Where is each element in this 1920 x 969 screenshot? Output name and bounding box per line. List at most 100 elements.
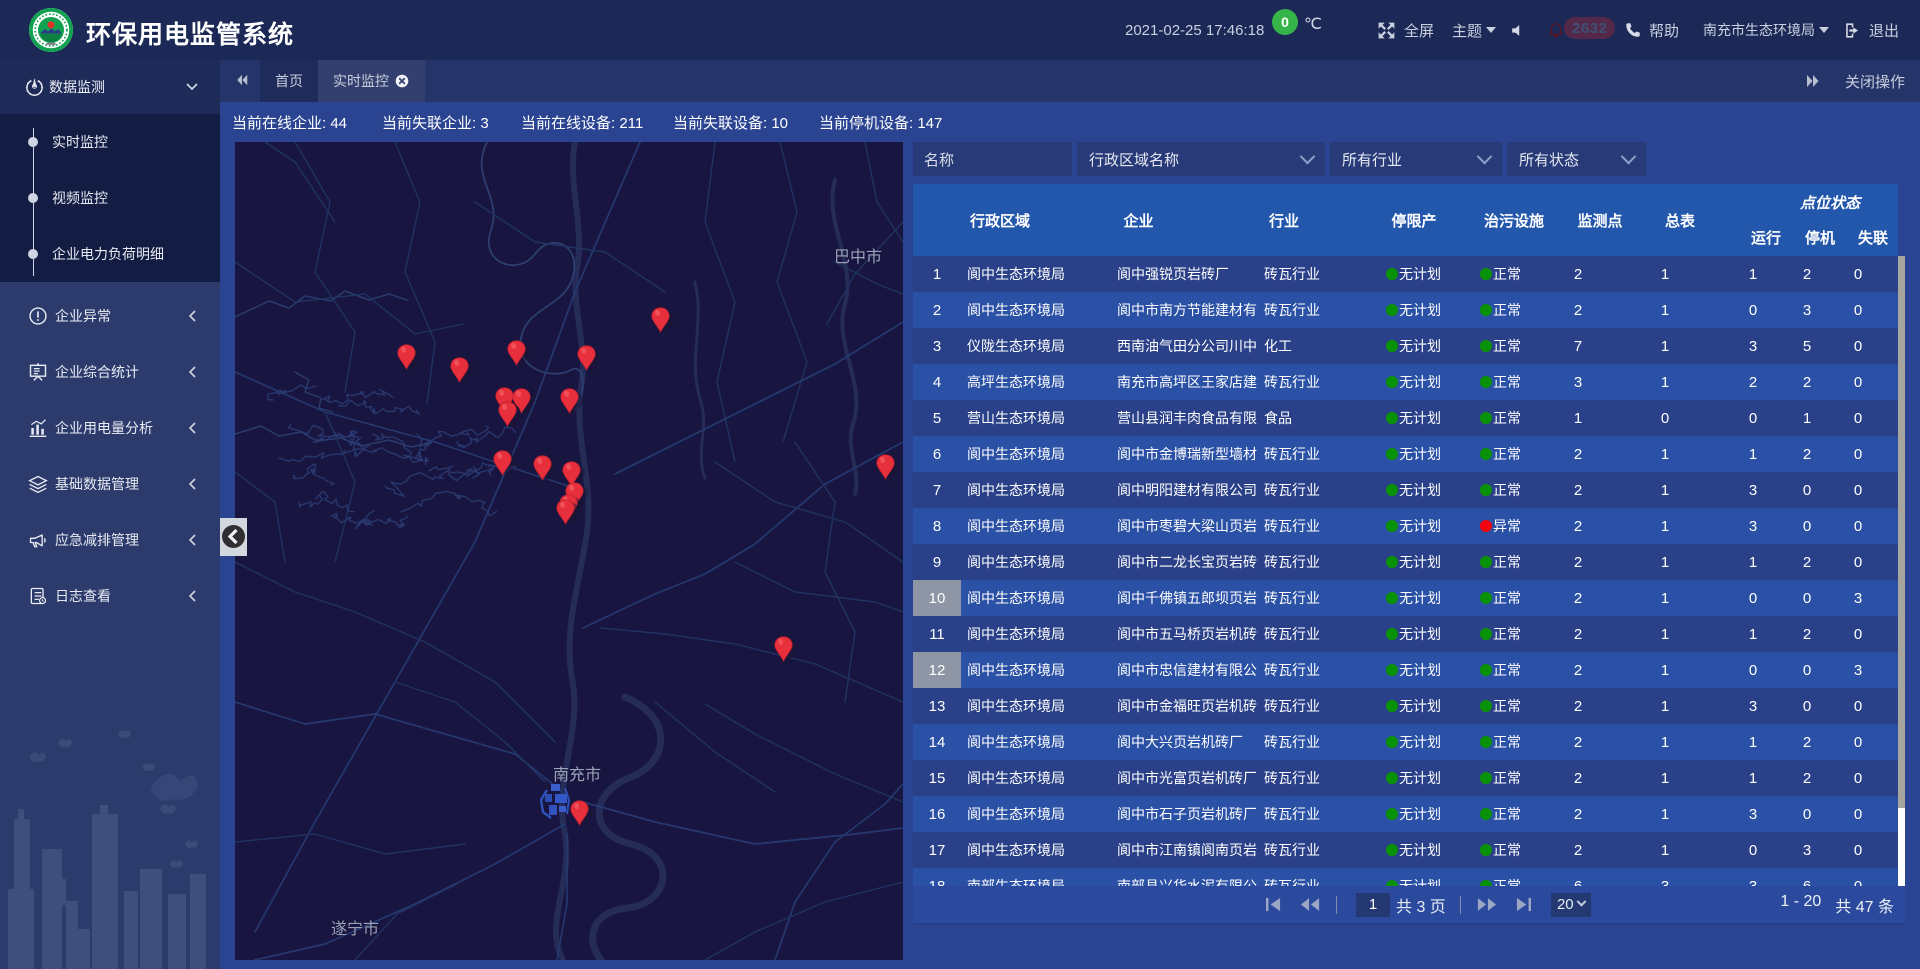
status-select[interactable]: 所有状态 [1507, 142, 1646, 176]
cell-region: 阆中生态环境局 [961, 256, 1105, 292]
fullscreen-button[interactable]: 全屏 [1376, 0, 1434, 60]
cell-total-meters: 1 [1640, 580, 1726, 616]
tab-realtime-monitor[interactable]: 实时监控 [318, 60, 425, 102]
close-operations-button[interactable]: 关闭操作 [1845, 71, 1905, 92]
tabs-scroll-right-icon[interactable] [1805, 73, 1821, 89]
next-page-icon[interactable] [1477, 897, 1497, 912]
sidebar-item-realtime-monitor[interactable]: 实时监控 [0, 114, 220, 170]
cell-stopped: 2 [1780, 436, 1834, 472]
map-pin-icon[interactable] [876, 454, 899, 483]
cell-industry: 砖瓦行业 [1258, 868, 1360, 886]
prev-page-icon[interactable] [1300, 897, 1320, 912]
cell-offline: 0 [1834, 688, 1898, 724]
cell-total-meters: 1 [1640, 436, 1726, 472]
theme-dropdown[interactable]: 主题 [1452, 0, 1496, 60]
cell-stop-production: 无计划 [1360, 544, 1468, 580]
table-row[interactable]: 1阆中生态环境局阆中强锐页岩砖厂砖瓦行业无计划正常21120 [913, 256, 1898, 292]
page-size-select[interactable]: 20 [1551, 893, 1591, 917]
table-row[interactable]: 2阆中生态环境局阆中市南方节能建材有砖瓦行业无计划正常21030 [913, 292, 1898, 328]
tab-home[interactable]: 首页 [260, 60, 318, 102]
map-pin-icon[interactable] [397, 344, 420, 373]
map-collapse-toggle[interactable] [220, 518, 247, 556]
sidebar-item-power-load-detail[interactable]: 企业电力负荷明细 [0, 226, 220, 282]
cell-industry: 砖瓦行业 [1258, 472, 1360, 508]
cell-company: 阆中强锐页岩砖厂 [1105, 256, 1258, 292]
sidebar-item-log-view[interactable]: 日志查看 [0, 568, 220, 624]
cell-region: 阆中生态环境局 [961, 688, 1105, 724]
cell-monitor-points: 2 [1560, 652, 1640, 688]
sidebar-item-emergency-reduction[interactable]: 应急减排管理 [0, 512, 220, 568]
table-row[interactable]: 4高坪生态环境局南充市高坪区王家店建砖瓦行业无计划正常31220 [913, 364, 1898, 400]
table-row[interactable]: 15阆中生态环境局阆中市光富页岩机砖厂砖瓦行业无计划正常21120 [913, 760, 1898, 796]
table-row[interactable]: 12阆中生态环境局阆中市忠信建材有限公砖瓦行业无计划正常21003 [913, 652, 1898, 688]
sidebar-item-power-analysis[interactable]: 企业用电量分析 [0, 400, 220, 456]
map-pin-icon[interactable] [498, 401, 521, 430]
row-index-cell: 13 [913, 688, 961, 724]
status-dot-green [1386, 412, 1398, 424]
table-row[interactable]: 8阆中生态环境局阆中市枣碧大梁山页岩砖瓦行业无计划异常21300 [913, 508, 1898, 544]
row-index-cell: 18 [913, 868, 961, 886]
sidebar-item-company-statistics[interactable]: 企业综合统计 [0, 344, 220, 400]
notifications-button[interactable] [1547, 0, 1565, 60]
map[interactable]: 巴中市南充市遂宁市 [235, 142, 903, 960]
sidebar-item-label: 企业电力负荷明细 [52, 244, 164, 264]
table-scrollbar-thumb[interactable] [1898, 808, 1905, 886]
table-row[interactable]: 6阆中生态环境局阆中市金博瑞新型墙材砖瓦行业无计划正常21120 [913, 436, 1898, 472]
phone-icon [1624, 21, 1642, 39]
chevron-left-icon [188, 478, 196, 490]
table-row[interactable]: 7阆中生态环境局阆中明阳建材有限公司砖瓦行业无计划正常21300 [913, 472, 1898, 508]
sidebar-item-company-abnormal[interactable]: 企业异常 [0, 288, 220, 344]
map-pin-icon[interactable] [570, 800, 593, 829]
last-page-icon[interactable] [1515, 897, 1532, 912]
table-row[interactable]: 18南部生态环境局南部县兴华水泥有限公砖瓦行业无计划正常63360 [913, 868, 1898, 886]
cell-offline: 0 [1834, 472, 1898, 508]
table-scrollbar[interactable] [1898, 256, 1905, 886]
name-search-input[interactable]: 名称 [913, 142, 1072, 176]
table-row[interactable]: 17阆中生态环境局阆中市江南镇阆南页岩砖瓦行业无计划正常21030 [913, 832, 1898, 868]
table-row[interactable]: 11阆中生态环境局阆中市五马桥页岩机砖砖瓦行业无计划正常21120 [913, 616, 1898, 652]
cell-stop-production: 无计划 [1360, 580, 1468, 616]
org-dropdown[interactable]: 南充市生态环境局 [1703, 0, 1829, 60]
industry-select-value: 所有行业 [1342, 149, 1402, 170]
tab-close-icon[interactable] [395, 74, 409, 88]
table-row[interactable]: 3仪陇生态环境局西南油气田分公司川中化工无计划正常71350 [913, 328, 1898, 364]
sidebar-item-data-monitor[interactable]: 数据监测 [0, 60, 220, 114]
first-page-icon[interactable] [1265, 897, 1282, 912]
table-row[interactable]: 10阆中生态环境局阆中千佛镇五郎坝页岩砖瓦行业无计划正常21003 [913, 580, 1898, 616]
map-pin-icon[interactable] [774, 636, 797, 665]
status-dot-green [1480, 700, 1492, 712]
table-row[interactable]: 13阆中生态环境局阆中市金福旺页岩机砖砖瓦行业无计划正常21300 [913, 688, 1898, 724]
map-pin-icon[interactable] [651, 307, 674, 336]
table-row[interactable]: 14阆中生态环境局阆中大兴页岩机砖厂砖瓦行业无计划正常21120 [913, 724, 1898, 760]
table-row[interactable]: 16阆中生态环境局阆中市石子页岩机砖厂砖瓦行业无计划正常21300 [913, 796, 1898, 832]
map-pin-icon[interactable] [450, 357, 473, 386]
table-row[interactable]: 5营山生态环境局营山县润丰肉食品有限食品无计划正常10010 [913, 400, 1898, 436]
map-pin-icon[interactable] [577, 345, 600, 374]
map-pin-icon[interactable] [493, 450, 516, 479]
map-pin-icon[interactable] [507, 340, 530, 369]
table-row[interactable]: 9阆中生态环境局阆中市二龙长宝页岩砖砖瓦行业无计划正常21120 [913, 544, 1898, 580]
map-city-label: 遂宁市 [331, 915, 379, 939]
caret-down-icon [1486, 27, 1496, 33]
status-select-value: 所有状态 [1519, 149, 1579, 170]
logout-button[interactable]: 退出 [1843, 0, 1899, 60]
industry-select[interactable]: 所有行业 [1330, 142, 1502, 176]
cell-company: 营山县润丰肉食品有限 [1105, 400, 1258, 436]
region-select[interactable]: 行政区域名称 [1077, 142, 1325, 176]
cell-region: 阆中生态环境局 [961, 508, 1105, 544]
cell-industry: 砖瓦行业 [1258, 580, 1360, 616]
help-button[interactable]: 帮助 [1624, 0, 1679, 60]
cell-treatment-facility: 正常 [1468, 400, 1560, 436]
mute-button[interactable] [1510, 0, 1523, 60]
tabs-scroll-left-icon[interactable] [235, 73, 249, 87]
cell-stop-production: 无计划 [1360, 616, 1468, 652]
notification-count-badge[interactable]: 2632 [1564, 17, 1615, 39]
map-pin-icon[interactable] [560, 388, 583, 417]
region-select-value: 行政区域名称 [1089, 149, 1179, 170]
map-pin-icon[interactable] [533, 455, 556, 484]
sidebar-item-base-data[interactable]: 基础数据管理 [0, 456, 220, 512]
cell-running: 3 [1726, 796, 1780, 832]
page-number-input[interactable]: 1 [1356, 893, 1390, 917]
sidebar-item-video-monitor[interactable]: 视频监控 [0, 170, 220, 226]
map-pin-icon[interactable] [556, 499, 579, 528]
